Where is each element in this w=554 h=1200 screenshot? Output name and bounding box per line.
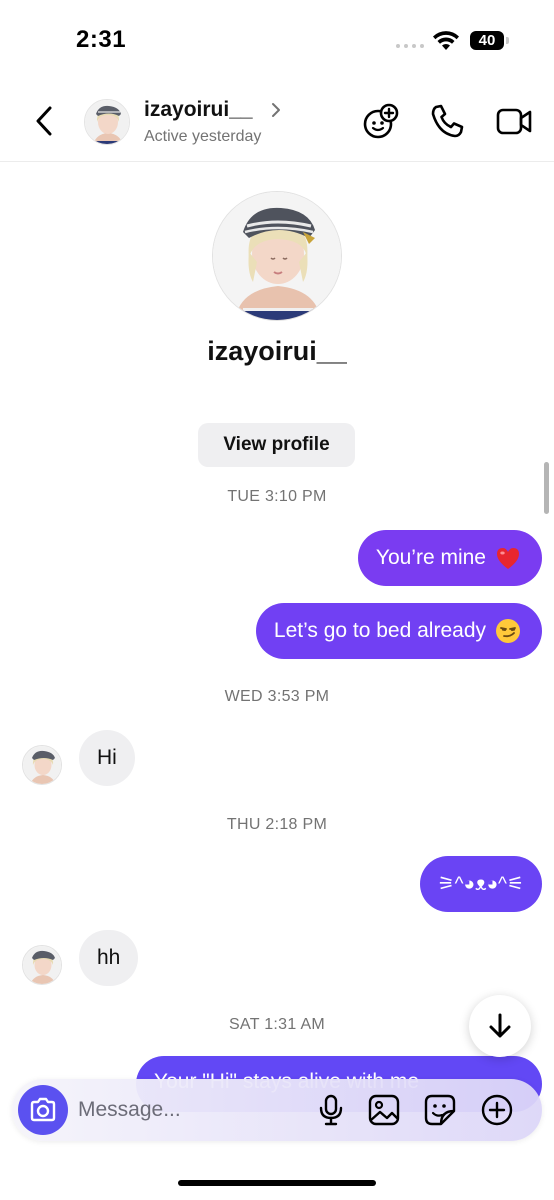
status-bar: 2:31 40 bbox=[0, 0, 554, 80]
camera-button[interactable] bbox=[18, 1085, 68, 1135]
message-text: ⚞^◕ᴥ◕^⚟ bbox=[437, 873, 524, 895]
status-time: 2:31 bbox=[76, 26, 127, 53]
sender-avatar[interactable] bbox=[22, 945, 62, 985]
gallery-icon[interactable] bbox=[367, 1093, 401, 1127]
sender-avatar[interactable] bbox=[22, 745, 62, 785]
message-input[interactable] bbox=[78, 1093, 298, 1127]
incoming-message[interactable]: hh bbox=[79, 930, 139, 986]
battery-icon: 40 bbox=[470, 31, 504, 50]
video-icon[interactable] bbox=[495, 102, 533, 140]
camera-icon bbox=[30, 1097, 56, 1122]
outgoing-message[interactable]: You’re mine bbox=[357, 530, 542, 586]
battery-cap bbox=[506, 37, 509, 44]
scrollbar[interactable] bbox=[544, 462, 549, 514]
back-icon[interactable] bbox=[28, 104, 62, 138]
profile-avatar[interactable] bbox=[212, 191, 342, 321]
profile-username: izayoirui__ bbox=[207, 336, 347, 366]
effects-icon[interactable] bbox=[362, 102, 400, 140]
message-composer bbox=[12, 1079, 542, 1141]
header-username[interactable]: izayoirui__ bbox=[144, 98, 253, 122]
message-text: You’re mine bbox=[375, 546, 486, 569]
chevron-right-icon[interactable] bbox=[270, 101, 282, 119]
message-timestamp: THU 2:18 PM bbox=[226, 816, 328, 833]
scroll-to-bottom-button[interactable] bbox=[469, 995, 531, 1057]
message-text: Hi bbox=[97, 746, 117, 769]
outgoing-message[interactable]: Let’s go to bed already bbox=[255, 603, 542, 659]
message-timestamp: WED 3:53 PM bbox=[224, 688, 330, 705]
sticker-icon[interactable] bbox=[423, 1093, 457, 1127]
phone-icon[interactable] bbox=[428, 102, 466, 140]
cellular-signal-icon bbox=[396, 44, 424, 48]
view-profile-button[interactable]: View profile bbox=[198, 423, 355, 467]
header-avatar[interactable] bbox=[84, 99, 130, 145]
wifi-icon bbox=[433, 31, 459, 50]
message-text: hh bbox=[97, 946, 121, 969]
add-icon[interactable] bbox=[480, 1093, 514, 1127]
microphone-icon[interactable] bbox=[314, 1093, 348, 1127]
smirking-face-icon bbox=[496, 619, 520, 643]
red-heart-icon bbox=[497, 548, 519, 569]
outgoing-message[interactable]: ⚞^◕ᴥ◕^⚟ bbox=[419, 856, 542, 912]
arrow-down-icon bbox=[489, 1013, 511, 1038]
incoming-message[interactable]: Hi bbox=[79, 730, 135, 786]
header-active-status: Active yesterday bbox=[144, 128, 262, 145]
chat-header: izayoirui__ Active yesterday bbox=[0, 80, 554, 162]
home-indicator bbox=[178, 1180, 376, 1186]
message-timestamp: TUE 3:10 PM bbox=[227, 488, 327, 505]
message-text: Let’s go to bed already bbox=[273, 619, 486, 642]
